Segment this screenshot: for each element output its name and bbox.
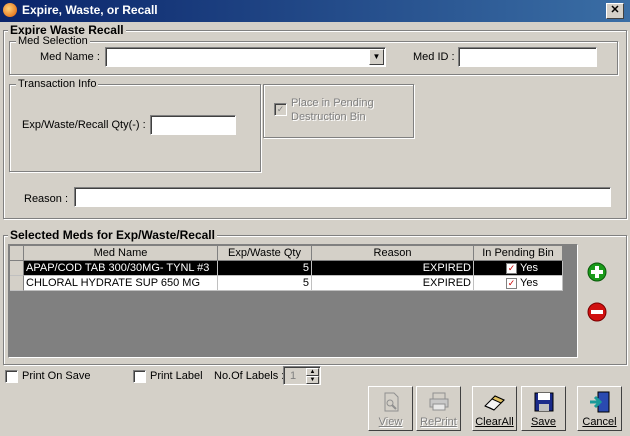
reprint-button[interactable]: RePrint bbox=[416, 386, 461, 431]
pending-cell: ✓ Yes bbox=[474, 276, 563, 291]
pending-bin-label-1: Place in Pending bbox=[291, 97, 374, 109]
remove-med-button[interactable] bbox=[587, 302, 607, 322]
table-row[interactable]: CHLORAL HYDRATE SUP 650 MG 5 EXPIRED ✓ Ye… bbox=[10, 276, 563, 291]
app-icon bbox=[3, 3, 17, 17]
pending-value: Yes bbox=[520, 262, 538, 274]
column-header[interactable]: Reason bbox=[312, 246, 474, 261]
row-header[interactable] bbox=[10, 276, 24, 291]
print-on-save-checkbox[interactable] bbox=[5, 370, 18, 383]
floppy-disk-icon bbox=[534, 392, 553, 412]
pending-bin-label-2: Destruction Bin bbox=[291, 111, 366, 123]
title-bar: Expire, Waste, or Recall ✕ bbox=[0, 0, 630, 22]
print-label-checkbox[interactable] bbox=[133, 370, 146, 383]
window-title: Expire, Waste, or Recall bbox=[22, 3, 158, 17]
clear-all-button[interactable]: ClearAll bbox=[472, 386, 517, 431]
pending-bin-checkbox[interactable]: ✓ bbox=[274, 103, 287, 116]
med-name-label: Med Name : bbox=[40, 51, 100, 63]
print-on-save-label: Print On Save bbox=[22, 370, 91, 382]
num-labels-label: No.Of Labels : bbox=[214, 370, 285, 382]
check-icon: ✓ bbox=[506, 262, 517, 274]
column-header[interactable]: In Pending Bin bbox=[474, 246, 563, 261]
qty-label: Exp/Waste/Recall Qty(-) : bbox=[22, 119, 146, 131]
view-icon bbox=[384, 392, 398, 412]
qty-cell: 5 bbox=[218, 276, 312, 291]
cancel-button[interactable]: Cancel bbox=[577, 386, 622, 431]
reprint-label: RePrint bbox=[420, 416, 457, 428]
selected-meds-grid[interactable]: Med Name Exp/Waste Qty Reason In Pending… bbox=[8, 244, 578, 358]
reason-cell: EXPIRED bbox=[312, 276, 474, 291]
print-label-label: Print Label bbox=[150, 370, 203, 382]
clear-all-label: ClearAll bbox=[475, 416, 514, 428]
spin-down-button[interactable]: ▼ bbox=[306, 376, 319, 384]
column-header[interactable]: Med Name bbox=[24, 246, 218, 261]
view-label: View bbox=[378, 416, 403, 428]
spin-up-button[interactable]: ▲ bbox=[306, 368, 319, 376]
med-id-label: Med ID : bbox=[413, 51, 455, 63]
med-name-combo[interactable]: ▼ bbox=[105, 47, 386, 67]
reason-input[interactable] bbox=[75, 188, 610, 206]
med-selection-title: Med Selection bbox=[16, 35, 90, 47]
med-name-cell: APAP/COD TAB 300/30MG- TYNL #3 bbox=[24, 261, 218, 276]
reason-cell: EXPIRED bbox=[312, 261, 474, 276]
med-id-input[interactable] bbox=[459, 48, 596, 66]
qty-field[interactable] bbox=[150, 115, 236, 135]
pending-value: Yes bbox=[520, 277, 538, 289]
pending-cell: ✓ Yes bbox=[474, 261, 563, 276]
med-name-input[interactable] bbox=[106, 48, 385, 66]
qty-input[interactable] bbox=[151, 116, 235, 134]
save-label: Save bbox=[530, 416, 557, 428]
qty-cell: 5 bbox=[218, 261, 312, 276]
med-id-field[interactable] bbox=[458, 47, 597, 67]
table-row[interactable]: APAP/COD TAB 300/30MG- TYNL #3 5 EXPIRED… bbox=[10, 261, 563, 276]
num-labels-value: 1 bbox=[290, 370, 297, 382]
row-header[interactable] bbox=[10, 261, 24, 276]
med-name-cell: CHLORAL HYDRATE SUP 650 MG bbox=[24, 276, 218, 291]
num-labels-field[interactable]: 1 ▲ ▼ bbox=[283, 366, 321, 385]
chevron-down-icon[interactable]: ▼ bbox=[369, 49, 384, 65]
grid-corner-header bbox=[10, 246, 24, 261]
cancel-label: Cancel bbox=[582, 416, 617, 428]
close-button[interactable]: ✕ bbox=[606, 3, 624, 19]
exit-door-icon bbox=[589, 391, 609, 413]
transaction-info-title: Transaction Info bbox=[16, 78, 99, 90]
save-button[interactable]: Save bbox=[521, 386, 566, 431]
check-icon: ✓ bbox=[506, 277, 517, 289]
add-med-button[interactable] bbox=[587, 262, 607, 282]
reason-label: Reason : bbox=[24, 193, 69, 205]
reason-field[interactable] bbox=[74, 187, 611, 207]
printer-icon bbox=[429, 392, 448, 411]
view-button[interactable]: View bbox=[368, 386, 413, 431]
eraser-icon bbox=[483, 395, 505, 411]
column-header[interactable]: Exp/Waste Qty bbox=[218, 246, 312, 261]
selected-meds-title: Selected Meds for Exp/Waste/Recall bbox=[8, 228, 217, 242]
